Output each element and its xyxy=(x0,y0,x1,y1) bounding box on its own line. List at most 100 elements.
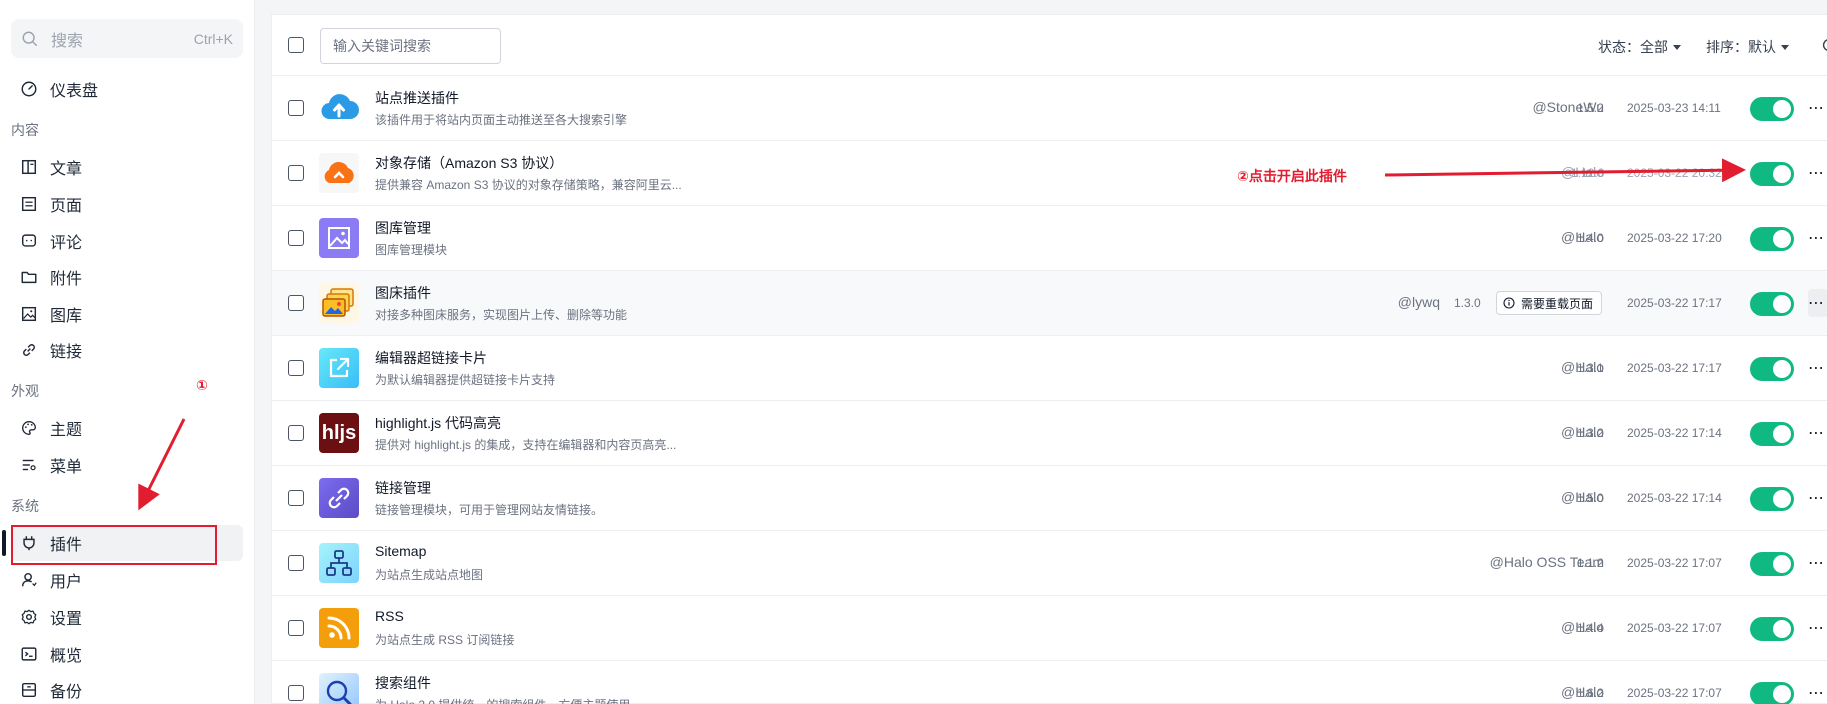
plugin-description: 为站点生成 RSS 订阅链接 xyxy=(375,633,515,647)
more-options-icon[interactable]: ⋯ xyxy=(1808,289,1827,317)
plugin-enable-toggle[interactable] xyxy=(1750,357,1794,381)
plugin-description: 提供对 highlight.js 的集成，支持在编辑器和内容页高亮... xyxy=(375,438,677,452)
keyword-search-input[interactable] xyxy=(320,28,501,64)
more-options-icon[interactable]: ⋯ xyxy=(1808,549,1827,577)
plugin-enable-toggle[interactable] xyxy=(1750,292,1794,316)
plugin-list-panel: 状态： 全部 排序： 默认 站点推送插件 该插件用于将站内页面主动推送至各大搜索… xyxy=(271,14,1827,704)
plugin-row[interactable]: RSS 为站点生成 RSS 订阅链接 @Halo 1.4.4 2025-03-2… xyxy=(272,596,1827,661)
more-options-icon[interactable]: ⋯ xyxy=(1808,679,1827,704)
gear-icon xyxy=(20,608,38,626)
plugin-description: 为 Halo 2.0 提供统一的搜索组件，方便主题使用 xyxy=(375,696,630,704)
sidebar-item-attachments[interactable]: 附件 xyxy=(12,259,243,295)
annotation-step-1: ① xyxy=(196,377,208,393)
sidebar-item-comments[interactable]: 评论 xyxy=(12,223,243,259)
info-icon xyxy=(1503,297,1515,309)
row-checkbox[interactable] xyxy=(288,360,304,376)
row-checkbox[interactable] xyxy=(288,490,304,506)
sidebar-item-label: 附件 xyxy=(50,271,83,288)
sidebar: 搜索 Ctrl+K 仪表盘 内容 文章 页面 评论 附件 图库 链接 外观 主题… xyxy=(0,0,255,704)
sidebar-item-themes[interactable]: 主题 xyxy=(12,410,243,446)
plugin-enable-toggle[interactable] xyxy=(1750,617,1794,641)
select-all-checkbox[interactable] xyxy=(288,37,304,53)
plugin-enable-toggle[interactable] xyxy=(1750,487,1794,511)
sitemap-icon xyxy=(319,543,359,583)
more-options-icon[interactable]: ⋯ xyxy=(1808,484,1827,512)
sidebar-item-label: 主题 xyxy=(50,422,83,439)
row-checkbox[interactable] xyxy=(288,295,304,311)
plugin-row[interactable]: 编辑器超链接卡片 为默认编辑器提供超链接卡片支持 @Halo 1.3.1 202… xyxy=(272,336,1827,401)
annotation-highlight-box xyxy=(11,525,217,565)
plugin-row[interactable]: 图床插件 对接多种图床服务，实现图片上传、删除等功能 @lywq 1.3.0 需… xyxy=(272,271,1827,336)
cloud-upload-icon xyxy=(319,88,359,128)
plugin-enable-toggle[interactable] xyxy=(1750,227,1794,251)
plugin-row[interactable]: 搜索组件 为 Halo 2.0 提供统一的搜索组件，方便主题使用 @Halo 1… xyxy=(272,661,1827,704)
chevron-down-icon xyxy=(1781,44,1789,50)
global-search[interactable]: 搜索 Ctrl+K xyxy=(11,19,243,58)
more-options-icon[interactable]: ⋯ xyxy=(1808,224,1827,252)
plugin-updated-date: 2025-03-22 17:14 xyxy=(1627,426,1722,440)
sidebar-item-backup[interactable]: 备份 xyxy=(12,672,243,704)
external-link-icon xyxy=(319,348,359,388)
sidebar-item-posts[interactable]: 文章 xyxy=(12,149,243,185)
more-options-icon[interactable]: ⋯ xyxy=(1808,354,1827,382)
plugin-enable-toggle[interactable] xyxy=(1750,162,1794,186)
sidebar-item-menus[interactable]: 菜单 xyxy=(12,447,243,483)
more-options-icon[interactable]: ⋯ xyxy=(1808,614,1827,642)
row-checkbox[interactable] xyxy=(288,620,304,636)
book-icon xyxy=(20,158,38,176)
sidebar-item-dashboard[interactable]: 仪表盘 xyxy=(12,71,243,107)
plugin-enable-toggle[interactable] xyxy=(1750,552,1794,576)
plugin-row[interactable]: 链接管理 链接管理模块，可用于管理网站友情链接。 @Halo 1.5.0 202… xyxy=(272,466,1827,531)
row-checkbox[interactable] xyxy=(288,100,304,116)
plugin-name: 编辑器超链接卡片 xyxy=(375,350,487,366)
more-options-icon[interactable]: ⋯ xyxy=(1808,94,1827,122)
more-options-icon[interactable]: ⋯ xyxy=(1808,419,1827,447)
plugin-author: @lywq xyxy=(1397,294,1440,310)
plugin-row[interactable]: 图库管理 图库管理模块 @Halo 1.4.0 2025-03-22 17:20… xyxy=(272,206,1827,271)
sidebar-item-users[interactable]: 用户 xyxy=(12,562,243,598)
sidebar-item-pages[interactable]: 页面 xyxy=(12,186,243,222)
plugin-enable-toggle[interactable] xyxy=(1750,422,1794,446)
plugin-version: 1.5.0 xyxy=(1577,491,1604,505)
menu-list-icon xyxy=(20,456,38,474)
plugin-updated-date: 2025-03-22 17:14 xyxy=(1627,491,1722,505)
sidebar-item-label: 文章 xyxy=(50,161,83,178)
sidebar-item-label: 备份 xyxy=(50,684,83,701)
nav-group-system: 系统 xyxy=(11,498,39,514)
row-checkbox[interactable] xyxy=(288,165,304,181)
refresh-icon[interactable] xyxy=(1820,36,1827,54)
search-placeholder: 搜索 xyxy=(51,32,84,50)
more-options-icon[interactable]: ⋯ xyxy=(1808,159,1827,187)
row-checkbox[interactable] xyxy=(288,685,304,701)
photos-icon xyxy=(319,283,359,323)
status-filter[interactable]: 状态： 全部 xyxy=(1598,37,1681,57)
sidebar-item-overview[interactable]: 概览 xyxy=(12,636,243,672)
plugin-name: 图库管理 xyxy=(375,220,431,236)
status-filter-value: 全部 xyxy=(1640,39,1668,55)
sort-filter[interactable]: 排序： 默认 xyxy=(1706,37,1789,57)
plugin-row[interactable]: hljs highlight.js 代码高亮 提供对 highlight.js … xyxy=(272,401,1827,466)
plugin-name: 站点推送插件 xyxy=(375,90,459,106)
plugin-row[interactable]: 对象存储（Amazon S3 协议） 提供兼容 Amazon S3 协议的对象存… xyxy=(272,141,1827,206)
plugin-row[interactable]: 站点推送插件 该插件用于将站内页面主动推送至各大搜索引擎 @StoneWu 1.… xyxy=(272,76,1827,141)
plugin-version: 1.12.0 xyxy=(1571,166,1605,180)
badge-text: 需要重载页面 xyxy=(1521,296,1594,311)
row-checkbox[interactable] xyxy=(288,425,304,441)
plugin-enable-toggle[interactable] xyxy=(1750,97,1794,121)
reload-required-badge: 需要重载页面 xyxy=(1496,291,1603,315)
sidebar-item-label: 概览 xyxy=(50,648,83,665)
row-checkbox[interactable] xyxy=(288,555,304,571)
plugin-description: 图库管理模块 xyxy=(375,243,448,257)
plugin-version: 1.3.2 xyxy=(1577,426,1604,440)
row-checkbox[interactable] xyxy=(288,230,304,246)
plugin-version: 1.4.0 xyxy=(1577,231,1604,245)
sidebar-item-label: 仪表盘 xyxy=(50,83,99,100)
sidebar-item-gallery[interactable]: 图库 xyxy=(12,296,243,332)
plugin-name: 链接管理 xyxy=(375,480,431,496)
sidebar-item-label: 评论 xyxy=(50,235,83,252)
sidebar-item-links[interactable]: 链接 xyxy=(12,332,243,368)
plugin-enable-toggle[interactable] xyxy=(1750,682,1794,704)
plugin-row[interactable]: Sitemap 为站点生成站点地图 @Halo OSS Team 1.1.2 2… xyxy=(272,531,1827,596)
plugin-name: 对象存储（Amazon S3 协议） xyxy=(375,155,564,171)
sidebar-item-settings[interactable]: 设置 xyxy=(12,599,243,635)
